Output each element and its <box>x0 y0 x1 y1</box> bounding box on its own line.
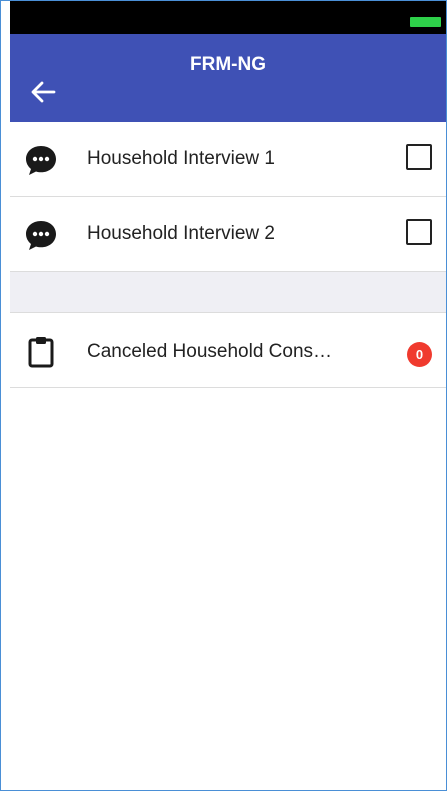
list-item-label: Canceled Household Cons… <box>87 341 333 362</box>
app-bar: FRM-NG <box>10 34 446 122</box>
chat-bubble-icon <box>26 146 56 175</box>
clipboard-icon <box>28 337 54 368</box>
list-item-label: Household Interview 2 <box>87 223 275 244</box>
back-arrow-icon[interactable] <box>28 77 58 107</box>
list-item-label: Household Interview 1 <box>87 148 275 169</box>
section-divider <box>10 272 446 313</box>
checkbox[interactable] <box>406 219 432 245</box>
battery-icon <box>410 17 441 27</box>
phone-frame: FRM-NG Household Interview 1 Household I… <box>0 0 447 791</box>
checkbox[interactable] <box>406 144 432 170</box>
page-title: FRM-NG <box>190 54 266 75</box>
list-item-household-interview-2[interactable]: Household Interview 2 <box>10 197 446 272</box>
list-item-household-interview-1[interactable]: Household Interview 1 <box>10 122 446 197</box>
status-bar <box>10 1 446 34</box>
chat-bubble-icon <box>26 221 56 250</box>
count-badge: 0 <box>407 342 432 367</box>
list-item-canceled-household-consent[interactable]: Canceled Household Cons… 0 <box>10 313 446 388</box>
survey-list: Household Interview 1 Household Intervie… <box>10 122 446 388</box>
